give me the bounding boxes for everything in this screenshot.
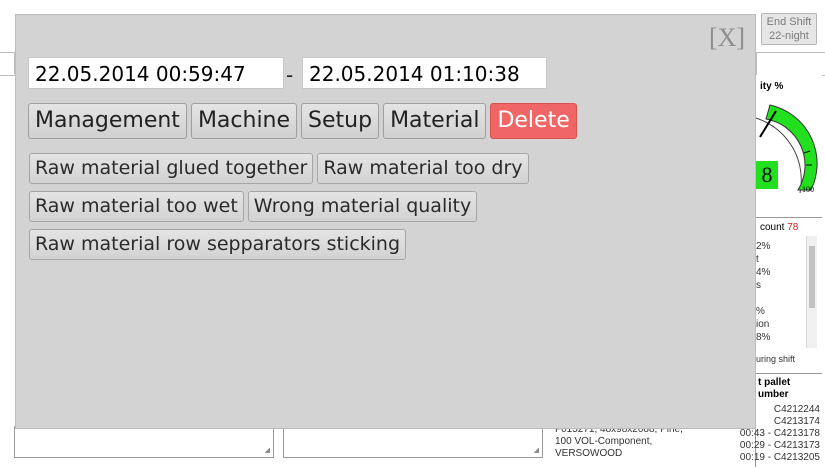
count-title: count 78 xyxy=(760,222,799,233)
end-shift-shift: 22-night xyxy=(769,30,809,42)
list-item xyxy=(756,292,806,305)
gauge-max-label: 100 xyxy=(802,185,814,194)
list-item: 00:29 - C4213173 xyxy=(739,440,820,451)
tab-setup[interactable]: Setup xyxy=(301,103,380,139)
right-panel: ity % 8 100 count 78 2% t 4% s % ion 8% … xyxy=(740,75,822,467)
list-item: ion xyxy=(756,319,770,330)
list-item: s xyxy=(756,280,761,291)
list-item: 00:19 - C4213205 xyxy=(739,452,820,463)
list-item: 4% xyxy=(756,267,771,278)
date-from-field[interactable]: 22.05.2014 00:59:47 xyxy=(28,57,284,89)
delete-button[interactable]: Delete xyxy=(490,103,577,139)
notes-textarea-left[interactable]: ◢ xyxy=(14,426,274,458)
list-item: 2% xyxy=(756,241,771,252)
product-info: F015271, 48x98x2088, Pine, 100 VOL-Compo… xyxy=(555,424,683,459)
notes-textarea-right[interactable]: ◢ xyxy=(283,426,543,458)
date-to-field[interactable]: 22.05.2014 01:10:38 xyxy=(302,57,547,89)
tab-material[interactable]: Material xyxy=(383,103,487,139)
pallet-panel: t pallet umber C4212244 C4213174 00:43 -… xyxy=(740,374,822,467)
count-panel: count 78 2% t 4% s % ion 8% uring shift xyxy=(756,218,822,374)
resize-handle-icon: ◢ xyxy=(264,446,270,454)
list-item: t xyxy=(756,254,759,265)
end-shift-label: End Shift xyxy=(766,16,812,28)
reason-too-dry-button[interactable]: Raw material too dry xyxy=(317,153,529,184)
reason-separators-sticking-button[interactable]: Raw material row sepparators sticking xyxy=(29,229,407,260)
tab-management[interactable]: Management xyxy=(28,103,187,139)
end-shift-button[interactable]: End Shift 22-night xyxy=(761,13,817,45)
count-value: 78 xyxy=(787,222,799,233)
date-separator: - xyxy=(286,63,294,87)
toolbar-left-cell xyxy=(0,52,15,74)
resize-handle-icon: ◢ xyxy=(533,446,539,454)
reason-glued-together-button[interactable]: Raw material glued together xyxy=(29,153,314,184)
quality-gauge: ity % 8 100 xyxy=(756,75,822,218)
reason-row: Raw material glued together Raw material… xyxy=(29,153,529,184)
count-list: 2% t 4% s % ion 8% xyxy=(756,240,806,344)
count-footer: uring shift xyxy=(756,354,796,364)
list-item: 8% xyxy=(756,332,771,343)
reason-row: Raw material too wet Wrong material qual… xyxy=(29,191,478,222)
reason-wrong-quality-button[interactable]: Wrong material quality xyxy=(247,191,478,222)
tab-machine[interactable]: Machine xyxy=(190,103,298,139)
reason-too-wet-button[interactable]: Raw material too wet xyxy=(29,191,244,222)
category-tabs: Management Machine Setup Material Delete xyxy=(28,103,577,141)
count-scrollbar[interactable] xyxy=(806,236,817,348)
gauge-dial xyxy=(756,104,818,194)
pallet-title: t pallet umber xyxy=(758,377,791,400)
list-item: 00:43 - C4213178 xyxy=(739,428,820,439)
gauge-value: 8 xyxy=(756,161,778,189)
reason-row: Raw material row sepparators sticking xyxy=(29,229,407,260)
close-button[interactable]: [X] xyxy=(708,24,746,52)
stop-reason-dialog: [X] 22.05.2014 00:59:47 - 22.05.2014 01:… xyxy=(15,14,756,429)
list-item: % xyxy=(756,306,765,317)
